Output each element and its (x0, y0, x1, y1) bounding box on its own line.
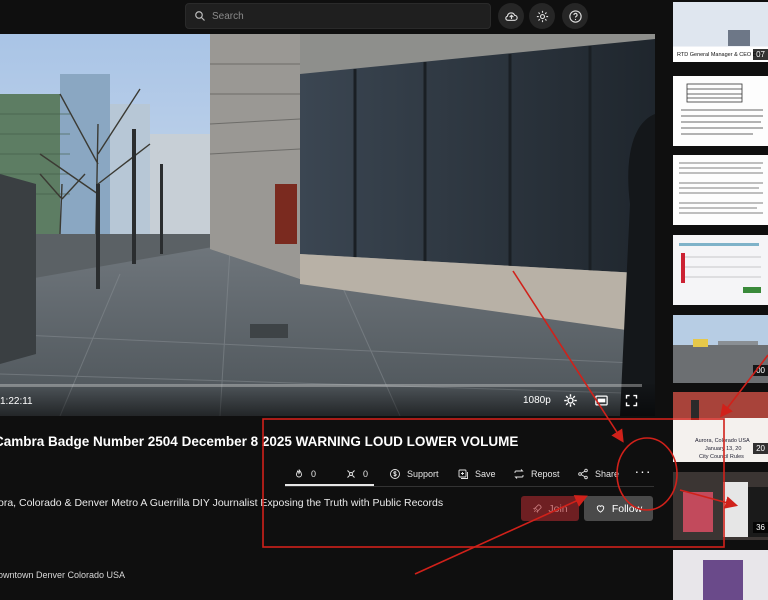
dollar-icon (390, 469, 400, 479)
video-frame (0, 34, 655, 416)
recommended-video-thumbnail[interactable]: 36 (673, 472, 768, 540)
screen-thumbnail-image (673, 235, 768, 305)
thumbnail-caption-title: City Council Rules (699, 454, 744, 460)
video-title: Cambra Badge Number 2504 December 8 2025… (0, 434, 519, 449)
video-duration: 20 (753, 443, 768, 454)
recommended-video-thumbnail[interactable]: RTD General Manager & CEO Deb 07 (673, 2, 768, 62)
help-icon (568, 9, 582, 23)
gear-icon (536, 10, 548, 22)
fire-icon (296, 469, 302, 478)
video-duration: 00 (753, 365, 768, 376)
recommended-video-thumbnail[interactable] (673, 76, 768, 146)
fullscreen-button[interactable] (622, 391, 640, 409)
player-settings-button[interactable] (561, 391, 579, 409)
fullscreen-icon (625, 394, 637, 406)
thumbnail-image (673, 550, 768, 600)
recommended-video-thumbnail[interactable]: Aurora, Colorado USA January 13, 20 City… (673, 392, 768, 462)
join-button[interactable]: Join (521, 496, 579, 521)
recommended-video-thumbnail[interactable] (673, 155, 768, 225)
slime-icon (347, 470, 355, 478)
recommended-video-thumbnail[interactable]: 00 (673, 315, 768, 383)
player-controls (0, 384, 655, 416)
thumbnail-caption: Aurora, Colorado USA (695, 438, 750, 444)
video-player[interactable]: 1:22:11 1080p (0, 34, 655, 416)
slime-button[interactable]: 0 (345, 466, 368, 482)
follow-button[interactable]: Follow (584, 496, 653, 521)
channel-description: ora, Colorado & Denver Metro A Guerrilla… (0, 497, 444, 509)
help-button[interactable] (562, 3, 588, 29)
slime-count: 0 (363, 469, 369, 479)
actions-divider (285, 486, 654, 487)
search-box[interactable] (185, 3, 491, 29)
share-button[interactable]: Share (577, 466, 619, 482)
quality-button[interactable]: 1080p (523, 395, 551, 406)
gear-icon (563, 393, 577, 407)
settings-button[interactable] (529, 3, 555, 29)
more-options-button[interactable]: ··· (633, 461, 653, 481)
heart-icon (596, 505, 604, 513)
recommended-video-thumbnail[interactable] (673, 235, 768, 305)
video-duration: 36 (753, 522, 768, 533)
search-input[interactable] (212, 10, 472, 22)
like-count: 0 (311, 469, 317, 479)
playback-time: 1:22:11 (0, 396, 33, 407)
top-bar (0, 0, 664, 34)
share-icon (578, 468, 588, 480)
document-thumbnail-image (673, 155, 768, 225)
repost-button[interactable]: Repost (513, 466, 560, 482)
recommended-video-thumbnail[interactable] (673, 550, 768, 600)
video-location: owntown Denver Colorado USA (0, 570, 126, 580)
theater-mode-button[interactable] (592, 391, 610, 409)
thumbnail-caption-date: January 13, 20 (705, 446, 742, 452)
save-button[interactable]: Save (457, 466, 496, 482)
search-icon (195, 11, 205, 21)
upload-button[interactable] (498, 3, 524, 29)
like-button[interactable]: 0 (293, 466, 316, 482)
repost-icon (514, 469, 524, 479)
playlist-add-icon (458, 469, 468, 479)
upload-icon (504, 11, 518, 21)
rocket-icon (533, 504, 542, 513)
document-thumbnail-image (673, 76, 768, 146)
theater-mode-icon (594, 395, 608, 405)
recommended-sidebar: RTD General Manager & CEO Deb 07 00 Auro… (664, 0, 768, 600)
support-button[interactable]: Support (389, 466, 439, 482)
thumbnail-caption: RTD General Manager & CEO Deb (677, 52, 763, 58)
video-duration: 07 (753, 49, 768, 60)
